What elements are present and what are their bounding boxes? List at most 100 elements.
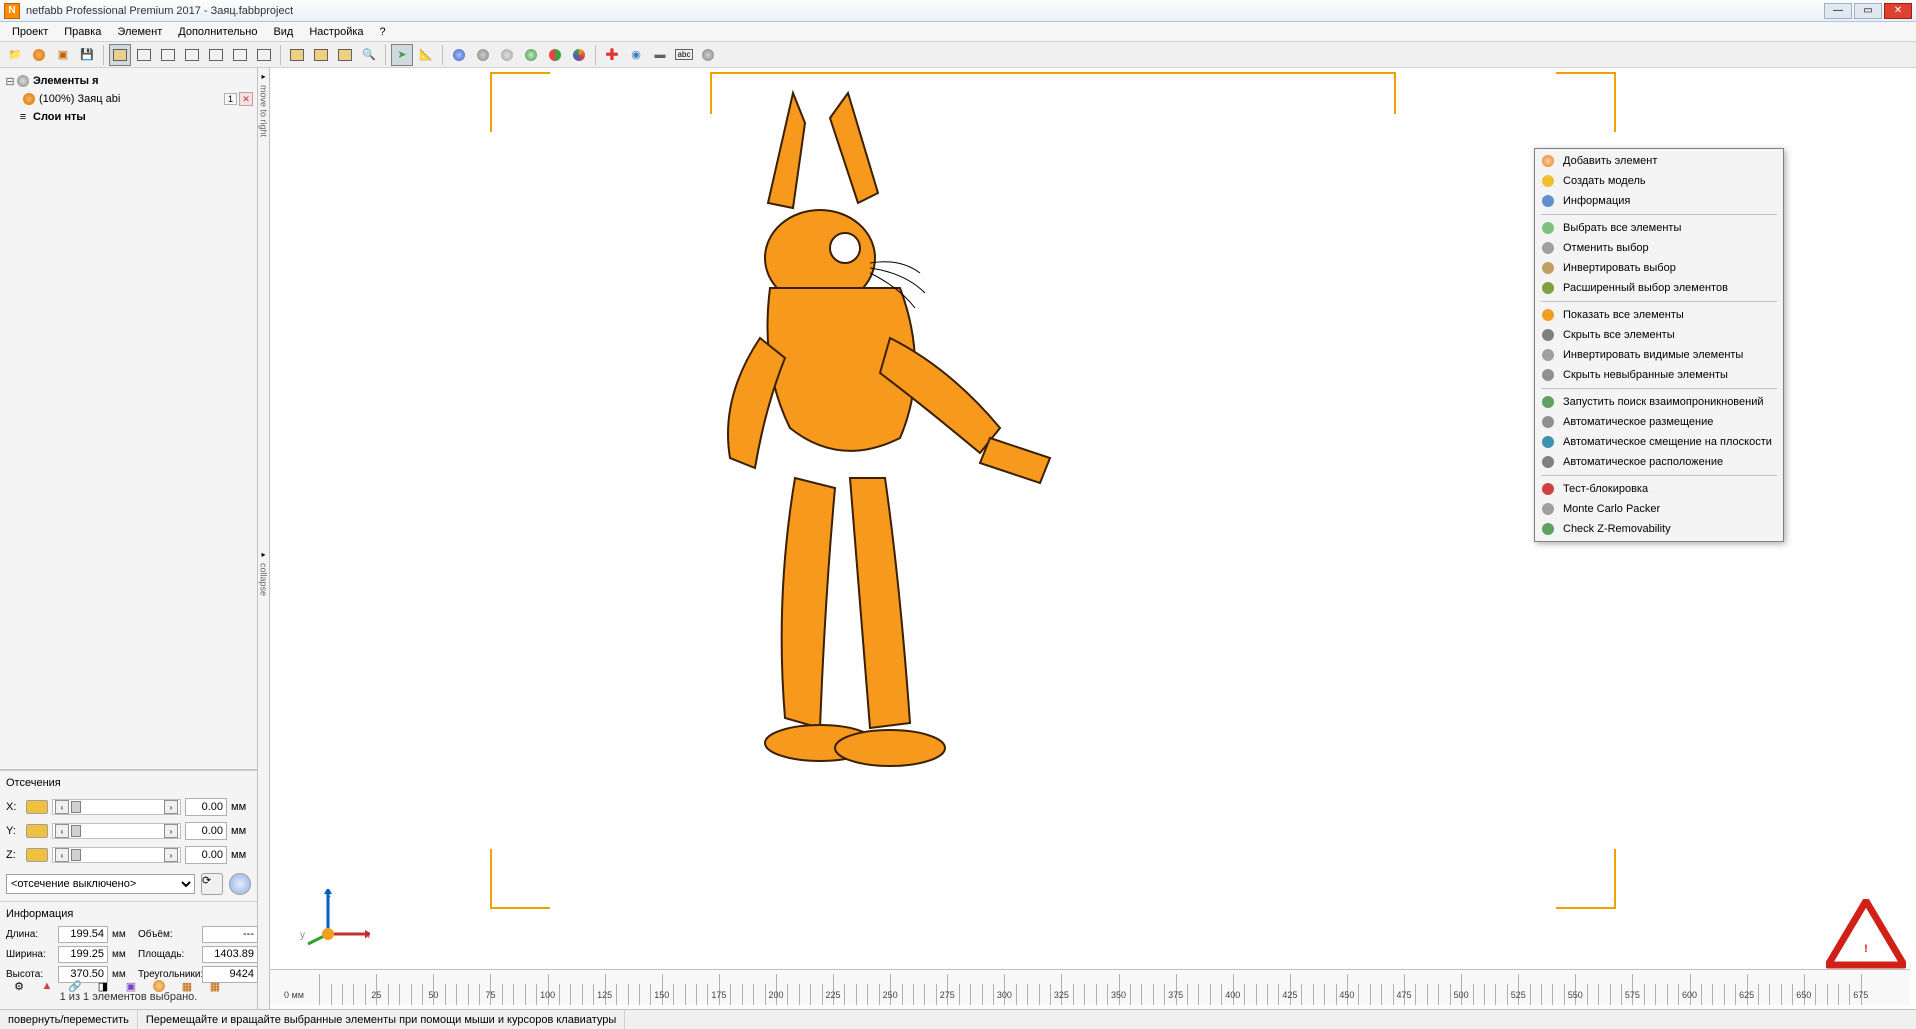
model-3d[interactable] (570, 88, 1090, 788)
tree-item[interactable]: (100%) Заяц abi 1 ✕ (4, 90, 253, 108)
cut-value[interactable] (185, 846, 227, 864)
tool-cube[interactable]: ◨ (92, 975, 114, 997)
cut-color[interactable] (26, 848, 48, 862)
cuts-reset-button[interactable] (229, 873, 251, 895)
toolbar-view-top[interactable] (133, 44, 155, 66)
slider-dec[interactable]: ‹ (55, 824, 69, 838)
menu-element[interactable]: Элемент (109, 24, 170, 40)
tree-root-elements[interactable]: ⊟ Элементы я (4, 72, 253, 90)
toolbar-sphere2[interactable] (472, 44, 494, 66)
tool-grid2[interactable]: ▦ (204, 975, 226, 997)
ctx-item[interactable]: Выбрать все элементы (1537, 218, 1781, 238)
ctx-item[interactable]: Автоматическое смещение на плоскости (1537, 432, 1781, 452)
toolbar-measure[interactable]: 📐 (415, 44, 437, 66)
slider-inc[interactable]: › (164, 824, 178, 838)
toolbar-cube3[interactable] (334, 44, 356, 66)
ctx-item[interactable]: Скрыть все элементы (1537, 325, 1781, 345)
toolbar-view-right[interactable] (205, 44, 227, 66)
toolbar-open[interactable]: 📁 (4, 44, 26, 66)
toolbar-sphere5[interactable] (544, 44, 566, 66)
tool-warn[interactable]: ▲ (36, 975, 58, 997)
tree-root-slices[interactable]: ≡ Слои нты (4, 108, 253, 126)
toolbar-add[interactable] (28, 44, 50, 66)
tool-link[interactable]: 🔗 (64, 975, 86, 997)
toolbar-cube1[interactable] (286, 44, 308, 66)
toolbar-sphere1[interactable] (448, 44, 470, 66)
info-value: 1403.89 (202, 946, 258, 963)
cut-slider[interactable]: ‹› (52, 823, 181, 839)
viewport[interactable]: z x y ! Добавить элементСоздать модельИн… (270, 68, 1916, 1009)
menu-view[interactable]: Вид (265, 24, 301, 40)
cut-value[interactable] (185, 798, 227, 816)
cuts-mode-select[interactable]: <отсечение выключено> (6, 874, 195, 894)
ctx-item[interactable]: Показать все элементы (1537, 305, 1781, 325)
slider-thumb[interactable] (71, 849, 81, 861)
toolbar-label[interactable]: abc (673, 44, 695, 66)
warning-icon[interactable]: ! (1826, 899, 1906, 969)
ctx-item[interactable]: Запустить поиск взаимопроникновений (1537, 392, 1781, 412)
menu-edit[interactable]: Правка (56, 24, 109, 40)
toolbar-extra[interactable] (697, 44, 719, 66)
slider-inc[interactable]: › (164, 848, 178, 862)
slider-dec[interactable]: ‹ (55, 800, 69, 814)
menu-settings[interactable]: Настройка (301, 24, 371, 40)
tool-grid1[interactable]: ▦ (176, 975, 198, 997)
toolbar-sphere4[interactable] (520, 44, 542, 66)
toolbar-machine[interactable]: ▣ (52, 44, 74, 66)
cut-color[interactable] (26, 800, 48, 814)
toolbar-view-front[interactable] (229, 44, 251, 66)
expand-icon[interactable]: ⊟ (4, 75, 16, 88)
minimize-button[interactable]: — (1824, 3, 1852, 19)
slider-thumb[interactable] (71, 801, 81, 813)
toolbar-sphere3[interactable] (496, 44, 518, 66)
ctx-item[interactable]: Автоматическое размещение (1537, 412, 1781, 432)
cut-slider[interactable]: ‹› (52, 799, 181, 815)
ctx-item[interactable]: Инвертировать видимые элементы (1537, 345, 1781, 365)
cuts-apply-button[interactable]: ⟳ (201, 873, 223, 895)
slider-inc[interactable]: › (164, 800, 178, 814)
ctx-item-icon (1539, 346, 1557, 364)
menu-extra[interactable]: Дополнительно (170, 24, 265, 40)
sidebar: ⊟ Элементы я (100%) Заяц abi 1 ✕ ≡ Слои … (0, 68, 258, 1009)
ctx-item[interactable]: Отменить выбор (1537, 238, 1781, 258)
cut-color[interactable] (26, 824, 48, 838)
ctx-item[interactable]: Информация (1537, 191, 1781, 211)
toolbar-platform[interactable]: ▬ (649, 44, 671, 66)
tool-box[interactable]: ▣ (120, 975, 142, 997)
toolbar-zoom[interactable]: 🔍 (358, 44, 380, 66)
slider-thumb[interactable] (71, 825, 81, 837)
tree-item-close[interactable]: ✕ (239, 92, 253, 106)
slider-dec[interactable]: ‹ (55, 848, 69, 862)
toolbar-view-left[interactable] (181, 44, 203, 66)
toolbar-material[interactable]: ◉ (625, 44, 647, 66)
cut-slider[interactable]: ‹› (52, 847, 181, 863)
ctx-item[interactable]: Инвертировать выбор (1537, 258, 1781, 278)
menu-project[interactable]: Проект (4, 24, 56, 40)
ctx-item[interactable]: Тест-блокировка (1537, 479, 1781, 499)
menu-help[interactable]: ? (372, 24, 394, 40)
toolbar-view-bottom[interactable] (157, 44, 179, 66)
ctx-item[interactable]: Monte Carlo Packer (1537, 499, 1781, 519)
sidebar-handle[interactable]: ▸ move to right ▸ collapse (258, 68, 270, 1009)
ctx-item[interactable]: Добавить элемент (1537, 151, 1781, 171)
axis-z-label: z (326, 889, 331, 900)
toolbar-save[interactable]: 💾 (76, 44, 98, 66)
ctx-item-label: Скрыть все элементы (1563, 329, 1675, 341)
toolbar-repair[interactable]: ✚ (601, 44, 623, 66)
maximize-button[interactable]: ▭ (1854, 3, 1882, 19)
cut-value[interactable] (185, 822, 227, 840)
ctx-item[interactable]: Создать модель (1537, 171, 1781, 191)
ctx-item[interactable]: Скрыть невыбранные элементы (1537, 365, 1781, 385)
ctx-item[interactable]: Check Z-Removability (1537, 519, 1781, 539)
ctx-item[interactable]: Расширенный выбор элементов (1537, 278, 1781, 298)
ctx-item-label: Добавить элемент (1563, 155, 1657, 167)
toolbar-view-persp[interactable] (109, 44, 131, 66)
toolbar-view-back[interactable] (253, 44, 275, 66)
close-button[interactable]: ✕ (1884, 3, 1912, 19)
tool-ball[interactable] (148, 975, 170, 997)
tool-gears[interactable]: ⚙ (8, 975, 30, 997)
toolbar-cube2[interactable] (310, 44, 332, 66)
ctx-item[interactable]: Автоматическое расположение (1537, 452, 1781, 472)
toolbar-select-arrow[interactable]: ➤ (391, 44, 413, 66)
toolbar-pie[interactable] (568, 44, 590, 66)
